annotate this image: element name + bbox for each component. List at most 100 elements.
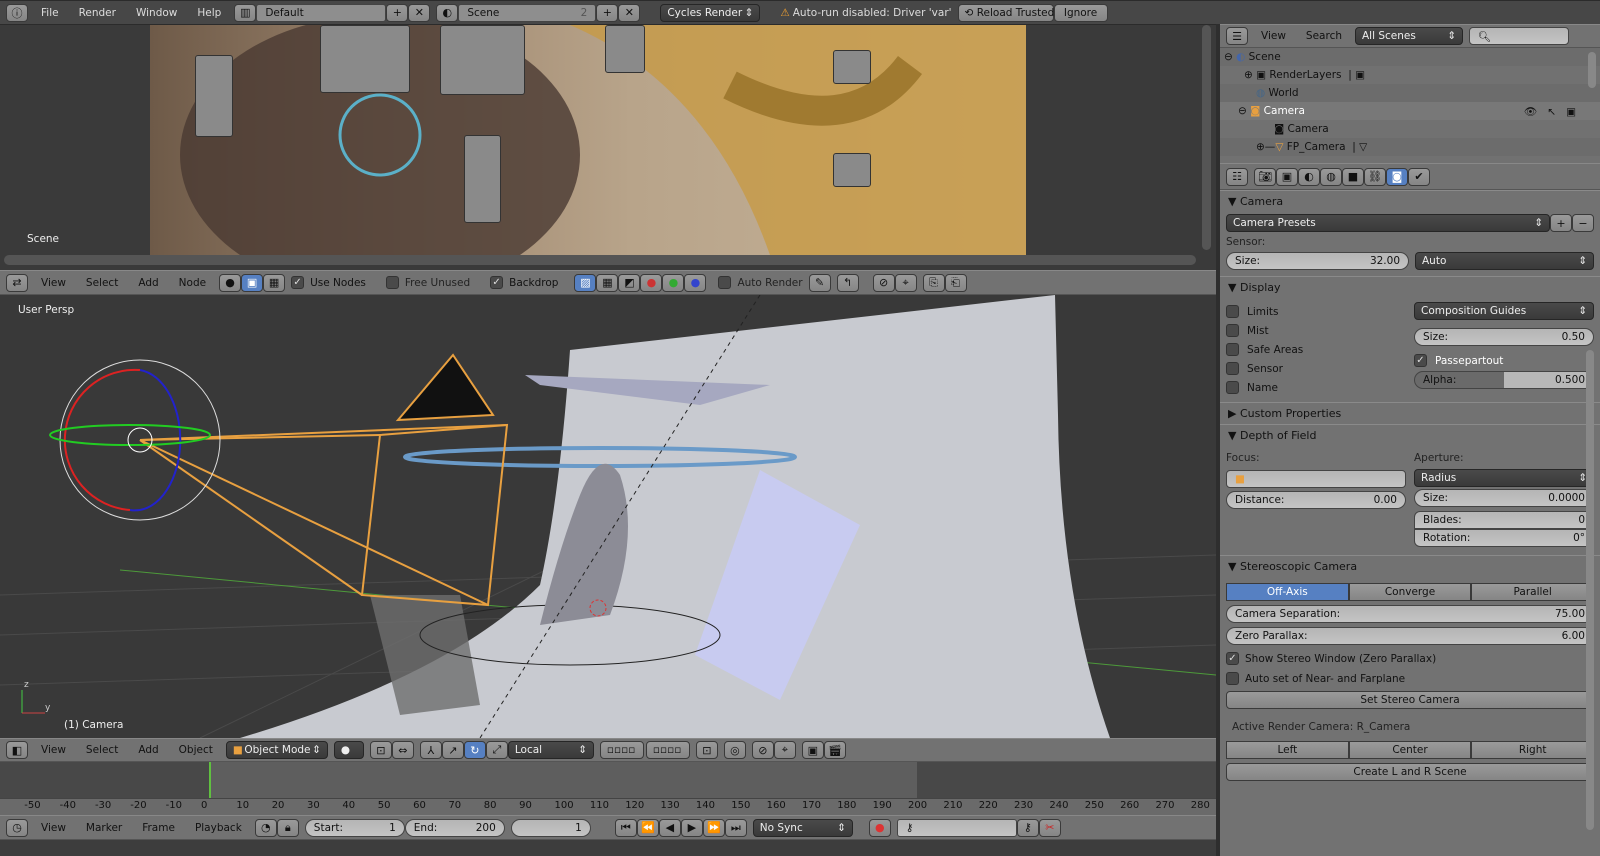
aperture-type-select[interactable]: Radius ⇕ (1414, 469, 1594, 487)
auto-render-checkbox[interactable] (718, 276, 732, 289)
layers-grid-2[interactable]: ▫▫▫▫ (645, 741, 690, 759)
panel-dof-header[interactable]: ▼ Depth of Field (1220, 424, 1600, 446)
node-composite[interactable] (833, 153, 871, 187)
reload-trusted-button[interactable]: ⟲ Reload Trusted (957, 3, 1054, 22)
node-image[interactable] (195, 55, 233, 137)
jump-keyframe-forward-icon[interactable]: ⏩ (702, 818, 725, 837)
passepartout-checkbox[interactable]: ✓ Passepartout (1414, 354, 1594, 367)
snap-type-icon[interactable]: ⌖ (894, 273, 917, 292)
panel-custom-properties-header[interactable]: ▶ Custom Properties (1220, 402, 1600, 424)
mode-parallel[interactable]: Parallel (1471, 583, 1595, 601)
current-frame-field[interactable]: 1 (510, 818, 591, 837)
horizontal-scrollbar[interactable] (4, 255, 1196, 265)
alpha-slider[interactable]: Alpha: 0.500 (1414, 371, 1594, 389)
composition-guides-select[interactable]: Composition Guides ⇕ (1414, 302, 1594, 320)
free-unused-checkbox[interactable] (385, 276, 399, 289)
show-stereo-window-checkbox[interactable]: ✓ Show Stereo Window (Zero Parallax) (1220, 647, 1600, 667)
layout-icon[interactable]: ▥ (234, 3, 257, 22)
blue-channel-icon[interactable]: ● (684, 273, 707, 292)
scene-icon[interactable]: ◐ (436, 3, 459, 22)
menu-add[interactable]: Add (131, 277, 165, 289)
render-tab-icon[interactable]: 📷︎ (1254, 167, 1276, 186)
transform-manipulator-icon[interactable]: ⅄ (419, 741, 442, 759)
menu-view[interactable]: View (34, 744, 73, 756)
checkbox[interactable] (1226, 672, 1239, 685)
camera-presets-select[interactable]: Camera Presets ⇕ (1226, 214, 1550, 232)
parent-icon[interactable]: ↰ (836, 273, 859, 292)
scale-icon[interactable]: ⤢ (485, 741, 508, 759)
menu-select[interactable]: Select (79, 277, 125, 289)
menu-playback[interactable]: Playback (188, 822, 249, 834)
backdrop-checkbox[interactable]: ✓ (490, 276, 504, 289)
tree-item-scene[interactable]: ⊖ ◐ Scene (1220, 48, 1600, 66)
outliner-scrollbar[interactable] (1588, 52, 1596, 88)
blades-field[interactable]: Blades: 0 (1414, 511, 1594, 529)
record-icon[interactable]: ● (868, 818, 891, 837)
node-math[interactable] (464, 135, 501, 223)
menu-view[interactable]: View (34, 822, 73, 834)
display-size-field[interactable]: Size: 0.50 (1414, 328, 1594, 346)
snap-element-icon[interactable]: ⌖ (773, 741, 796, 759)
editor-type-icon[interactable]: ◧ (6, 741, 28, 759)
sensor-size-field[interactable]: Size: 32.00 (1226, 252, 1409, 270)
node-editor[interactable]: Scene (0, 25, 1216, 270)
add-scene-icon[interactable]: + (596, 3, 619, 22)
pivot-icon[interactable]: ⊡ (369, 741, 392, 759)
name-checkbox[interactable]: Name (1226, 381, 1406, 394)
visibility-icons[interactable]: 👁︎↖▣ (1524, 105, 1586, 118)
render-anim-icon[interactable]: 🎬︎ (823, 741, 846, 759)
focus-object-field[interactable]: ■ (1226, 470, 1406, 488)
menu-view[interactable]: View (1254, 30, 1293, 42)
editor-type-icon[interactable]: ⇄ (6, 273, 28, 292)
menu-add[interactable]: Add (131, 744, 165, 756)
camera-data-tab-icon[interactable]: ◙ (1386, 167, 1408, 186)
tree-item-fp-camera[interactable]: ⊕— ▽ FP_Camera | ▽ (1220, 138, 1600, 156)
menu-render[interactable]: Render (72, 7, 123, 19)
tree-item-camera-data[interactable]: ◙ Camera (1220, 120, 1600, 138)
end-frame-field[interactable]: End: 200 (404, 818, 505, 837)
sync-select[interactable]: No Sync ⇕ (752, 818, 853, 837)
backdrop-a-icon[interactable]: ◩ (618, 273, 641, 292)
3d-viewport[interactable]: User Persp (1) Camera z y (0, 295, 1216, 738)
tree-item-camera-object[interactable]: ⊖ ◙ Camera 👁︎↖▣ (1220, 102, 1600, 120)
texture-nodes-icon[interactable]: ▦ (263, 273, 286, 292)
vertical-scrollbar[interactable] (1202, 25, 1211, 250)
outliner-search-input[interactable]: 🔍︎ (1469, 27, 1569, 45)
preview-range-icon[interactable]: ◔ (254, 818, 277, 837)
insert-keyframe-icon[interactable]: ⚷ (1016, 818, 1039, 837)
start-frame-field[interactable]: Start: 1 (304, 818, 405, 837)
center-button[interactable]: Center (1348, 741, 1472, 759)
left-button[interactable]: Left (1226, 741, 1349, 759)
lock-icon[interactable]: 🔒︎ (276, 818, 299, 837)
remove-preset-icon[interactable]: − (1572, 214, 1594, 232)
use-nodes-checkbox[interactable]: ✓ (291, 276, 305, 289)
create-lr-scene-button[interactable]: Create L and R Scene (1226, 763, 1594, 781)
aperture-size-field[interactable]: Size: 0.0000 (1414, 489, 1594, 507)
lock-layers-icon[interactable]: ⊡ (695, 741, 718, 759)
right-button[interactable]: Right (1471, 741, 1595, 759)
scene-selector[interactable]: Scene 2 (458, 3, 597, 22)
mode-select[interactable]: ■ Object Mode ⇕ (225, 741, 328, 759)
checkbox[interactable] (1226, 381, 1239, 394)
proportional-edit-icon[interactable]: ◎ (723, 741, 746, 759)
menu-file[interactable]: File (34, 7, 66, 19)
checkbox[interactable] (1226, 362, 1239, 375)
render-engine-select[interactable]: Cycles Render ⇕ (660, 3, 761, 22)
modifier-tab-icon[interactable]: ✔ (1408, 167, 1430, 186)
limits-checkbox[interactable]: Limits (1226, 305, 1406, 318)
add-preset-icon[interactable]: + (1550, 214, 1572, 232)
object-tab-icon[interactable]: ■ (1342, 167, 1364, 186)
green-channel-icon[interactable]: ● (662, 273, 685, 292)
layers-grid-1[interactable]: ▫▫▫▫ (599, 741, 644, 759)
node-curves-2[interactable] (440, 25, 525, 95)
add-layout-icon[interactable]: + (386, 3, 409, 22)
paste-nodes-icon[interactable]: ⎗ (944, 273, 967, 292)
tree-item-world[interactable]: ◍ World (1220, 84, 1600, 102)
translate-icon[interactable]: ↗ (441, 741, 464, 759)
set-stereo-camera-button[interactable]: Set Stereo Camera (1226, 691, 1594, 709)
info-editor-icon[interactable]: ⓘ (6, 3, 28, 22)
menu-select[interactable]: Select (79, 744, 125, 756)
render-layers-tab-icon[interactable]: ▣ (1276, 167, 1298, 186)
panel-display-header[interactable]: ▼ Display (1220, 276, 1600, 298)
play-reverse-icon[interactable]: ◀ (658, 818, 681, 837)
